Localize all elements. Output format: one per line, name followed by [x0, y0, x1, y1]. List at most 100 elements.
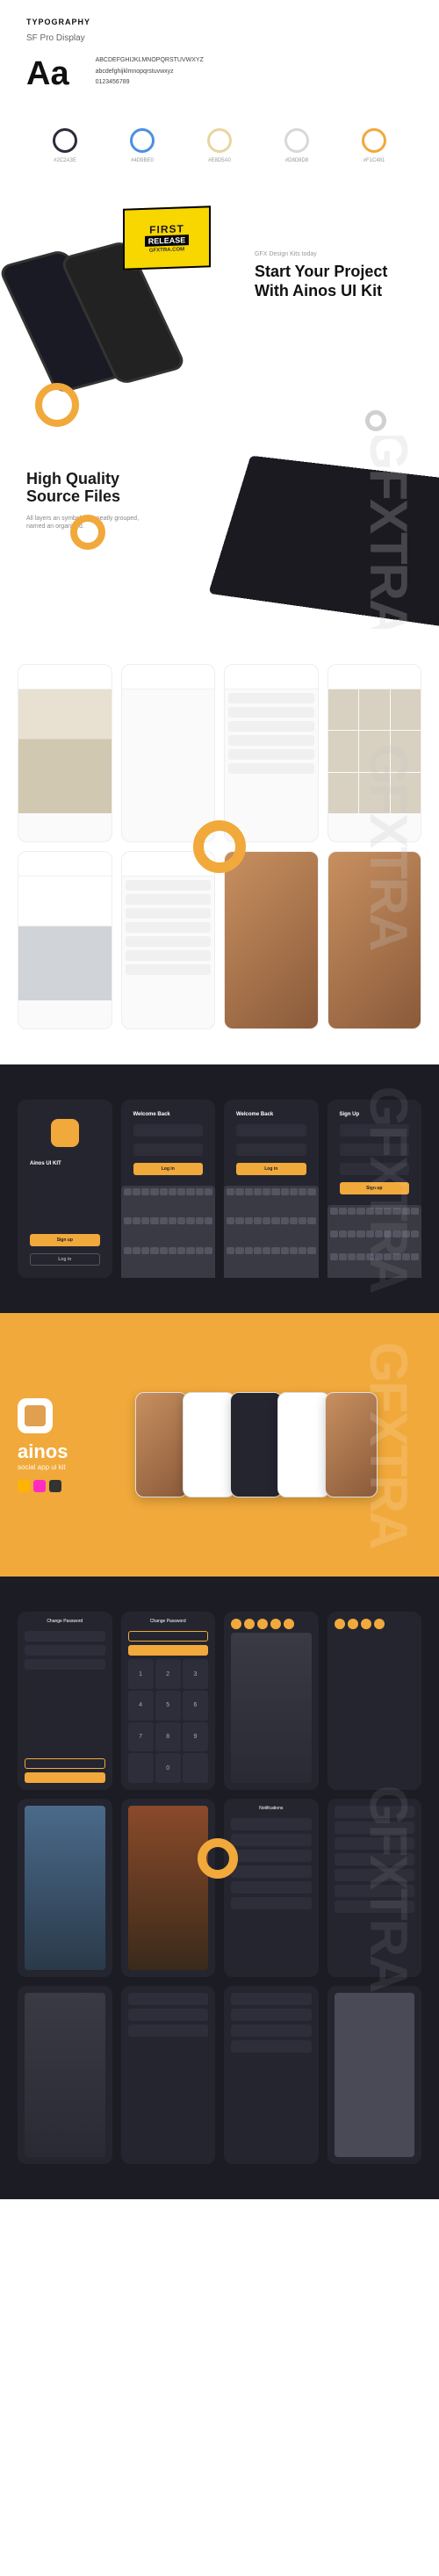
screen-empty — [121, 664, 216, 842]
numpad-key[interactable]: 3 — [183, 1659, 208, 1689]
sample-glyph: Aa — [26, 55, 69, 93]
story-avatar[interactable] — [361, 1619, 371, 1629]
numpad-key[interactable]: 0 — [155, 1753, 181, 1783]
swatch-5: #F1C481 — [362, 128, 386, 163]
swatch-hex: #F1C481 — [362, 158, 386, 163]
numpad-key[interactable]: 9 — [183, 1722, 208, 1752]
email-field[interactable] — [133, 1124, 204, 1136]
numpad-key[interactable]: 1 — [128, 1659, 154, 1689]
submit-button[interactable] — [128, 1645, 209, 1656]
new-pw-field[interactable] — [25, 1645, 105, 1656]
notif-row[interactable] — [231, 1850, 312, 1862]
screen-stories — [224, 1612, 319, 1790]
list-item[interactable] — [335, 1853, 415, 1865]
signup-button[interactable]: Sign up — [30, 1234, 100, 1246]
keyboard-mock — [224, 1186, 319, 1278]
screen-upload — [18, 851, 112, 1029]
notif-row[interactable] — [231, 1865, 312, 1878]
story-avatar[interactable] — [231, 1619, 241, 1629]
notif-row[interactable] — [231, 1834, 312, 1846]
profile-row[interactable] — [128, 1993, 209, 2005]
screen-followers — [327, 1799, 422, 1977]
list-item[interactable] — [335, 1885, 415, 1897]
badge-url: GFXTRA.COM — [149, 247, 184, 253]
signup-button[interactable]: Sign up — [340, 1182, 410, 1194]
current-pw-field[interactable] — [25, 1631, 105, 1642]
email-field[interactable] — [236, 1124, 306, 1136]
list-item[interactable] — [335, 1806, 415, 1818]
swatch-circle — [130, 128, 155, 153]
profile-row[interactable] — [128, 2024, 209, 2037]
numpad-key[interactable]: 7 — [128, 1722, 154, 1752]
photo — [25, 1993, 105, 2157]
story-avatar[interactable] — [335, 1619, 345, 1629]
notif-row[interactable] — [231, 1818, 312, 1830]
cancel-button[interactable] — [25, 1758, 105, 1769]
screen-profile — [121, 1986, 216, 2164]
list-item[interactable] — [335, 1901, 415, 1913]
screen-chat-list — [121, 851, 216, 1029]
typography-section: TYPOGRAPHY SF Pro Display Aa ABCDEFGHIJK… — [0, 0, 439, 119]
swatch-1: #2C2A3E — [53, 128, 77, 163]
cancel-button[interactable] — [128, 1631, 209, 1642]
numpad-key[interactable]: 2 — [155, 1659, 181, 1689]
hero-section: FIRST RELEASE GFXTRA.COM GFX Design Kits… — [0, 190, 439, 436]
phone-mockup — [135, 1392, 188, 1497]
screen-upload — [18, 1986, 112, 2164]
numpad-key[interactable]: 4 — [128, 1691, 154, 1721]
password-field[interactable] — [236, 1144, 306, 1156]
swatch-hex: #D8D8D8 — [284, 158, 309, 163]
chat-item[interactable] — [231, 2024, 312, 2037]
notif-row[interactable] — [231, 1897, 312, 1909]
signup-title: Sign Up — [340, 1112, 410, 1117]
list-item[interactable] — [335, 1869, 415, 1881]
swatch-4: #D8D8D8 — [284, 128, 309, 163]
stories-row — [335, 1619, 415, 1629]
swatch-hex: #4D9BE0 — [130, 158, 155, 163]
profile-row[interactable] — [128, 2009, 209, 2021]
story-avatar[interactable] — [257, 1619, 268, 1629]
numpad-key[interactable]: 5 — [155, 1691, 181, 1721]
name-field[interactable] — [340, 1124, 410, 1136]
decor-ring-icon — [35, 383, 79, 427]
decor-ring-icon — [365, 410, 386, 431]
story-avatar[interactable] — [244, 1619, 255, 1629]
decor-ring-icon — [198, 1838, 238, 1879]
product-name: Ainos UI KIT — [30, 1161, 100, 1166]
story-avatar[interactable] — [284, 1619, 294, 1629]
screen-title: Change Password — [25, 1619, 105, 1624]
submit-button[interactable] — [25, 1772, 105, 1783]
digits: 0123456789 — [96, 77, 204, 89]
chat-item[interactable] — [231, 2040, 312, 2053]
typography-samples: Aa ABCDEFGHIJKLMNOPQRSTUVWXYZ abcdefghij… — [26, 55, 413, 93]
first-release-badge: FIRST RELEASE GFXTRA.COM — [123, 206, 211, 270]
chat-item[interactable] — [231, 1993, 312, 2005]
confirm-pw-field[interactable] — [25, 1659, 105, 1670]
story-avatar[interactable] — [374, 1619, 385, 1629]
numpad-key[interactable] — [183, 1753, 208, 1783]
chat-item[interactable] — [231, 2009, 312, 2021]
font-name: SF Pro Display — [26, 33, 413, 43]
notif-row[interactable] — [231, 1881, 312, 1894]
password-field[interactable] — [340, 1163, 410, 1175]
list-item[interactable] — [335, 1822, 415, 1834]
numpad-key[interactable]: 6 — [183, 1691, 208, 1721]
email-field[interactable] — [340, 1144, 410, 1156]
numpad-key[interactable]: 8 — [155, 1722, 181, 1752]
login-button[interactable]: Log in — [236, 1163, 306, 1175]
color-palette: #2C2A3E #4D9BE0 #E8D5A0 #D8D8D8 #F1C481 — [0, 119, 439, 190]
login-button[interactable]: Log in — [133, 1163, 204, 1175]
screen-change-password-numpad: Change Password 1 2 3 4 5 6 7 8 9 0 — [121, 1612, 216, 1790]
numpad-key[interactable] — [128, 1753, 154, 1783]
story-avatar[interactable] — [348, 1619, 358, 1629]
story-avatar[interactable] — [270, 1619, 281, 1629]
screen-feed — [18, 664, 112, 842]
badge-line2: RELEASE — [145, 235, 190, 247]
list-item[interactable] — [335, 1837, 415, 1850]
password-field[interactable] — [133, 1144, 204, 1156]
numpad: 1 2 3 4 5 6 7 8 9 0 — [128, 1659, 209, 1783]
photo — [25, 1806, 105, 1970]
photo — [335, 1993, 415, 2157]
login-button[interactable]: Log in — [30, 1253, 100, 1266]
keyboard-mock — [121, 1186, 216, 1278]
